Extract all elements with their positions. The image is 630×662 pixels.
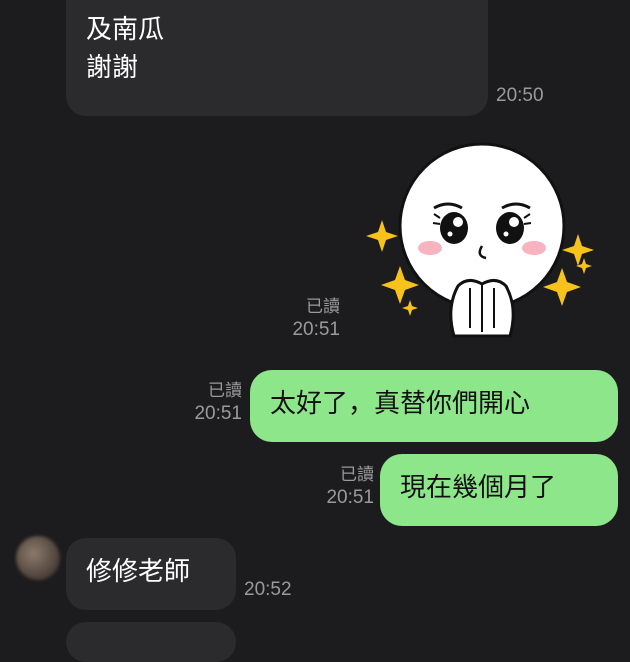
read-receipt: 已讀 (306, 297, 340, 316)
incoming-message-bubble[interactable]: 及南瓜 謝謝 (66, 0, 488, 116)
message-meta: 20:50 (496, 84, 544, 108)
message-time: 20:50 (496, 85, 544, 106)
message-text: 修修老師 (86, 557, 191, 587)
message-time: 20:51 (326, 487, 374, 508)
message-meta: 已讀 20:51 (180, 380, 242, 426)
read-receipt: 已讀 (340, 465, 374, 484)
sender-avatar[interactable] (16, 536, 60, 580)
message-text: 現在幾個月了 (400, 473, 557, 503)
message-meta: 已讀 20:51 (270, 296, 340, 342)
message-text-line: 謝謝 (86, 52, 139, 83)
incoming-message-bubble[interactable]: 修修老師 (66, 538, 236, 610)
outgoing-message-bubble[interactable]: 現在幾個月了 (380, 454, 618, 526)
message-text-line: 及南瓜 (86, 15, 165, 45)
incoming-message-bubble[interactable] (66, 622, 236, 662)
message-time: 20:52 (244, 579, 292, 600)
message-meta: 20:52 (244, 578, 292, 602)
message-time: 20:51 (292, 319, 340, 340)
message-time: 20:51 (194, 403, 242, 424)
chat-thread: 及南瓜 謝謝 20:50 已讀 20:51 已讀 20:51 太好了，真替你們開… (0, 0, 630, 662)
message-text: 太好了，真替你們開心 (270, 389, 531, 419)
read-receipt: 已讀 (208, 381, 242, 400)
white-round-face-pleading-sticker[interactable] (362, 138, 602, 348)
outgoing-message-bubble[interactable]: 太好了，真替你們開心 (250, 370, 618, 442)
message-meta: 已讀 20:51 (308, 464, 374, 510)
